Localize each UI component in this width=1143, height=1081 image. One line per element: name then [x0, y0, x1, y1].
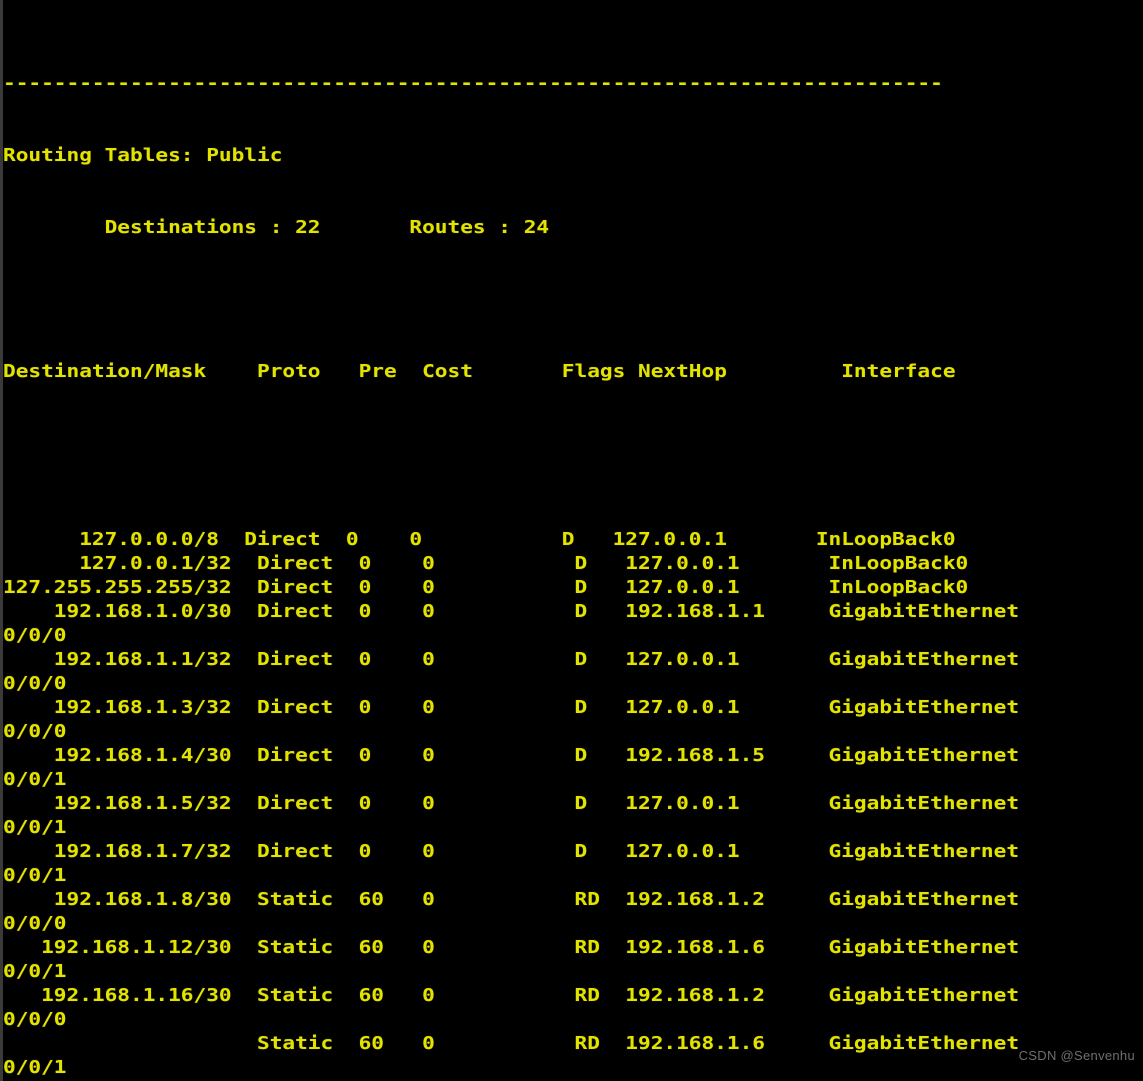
summary-line: Destinations : 22 Routes : 24 — [3, 218, 550, 238]
table-row-wrap: 0/0/1 — [3, 770, 67, 790]
table-row: 192.168.1.7/32 Direct 0 0 D 127.0.0.1 Gi… — [3, 842, 1020, 862]
routing-tables-title: Routing Tables: Public — [3, 146, 283, 166]
table-row-wrap: 0/0/1 — [3, 818, 67, 838]
terminal-window[interactable]: ----------------------------------------… — [0, 0, 1143, 1081]
table-row: 127.0.0.0/8 Direct 0 0 D 127.0.0.1 InLoo… — [3, 530, 956, 550]
watermark: CSDN @Senvenhu — [1018, 1048, 1135, 1063]
table-header-row: Destination/Mask Proto Pre Cost Flags Ne… — [3, 362, 956, 382]
table-row: Static 60 0 RD 192.168.1.6 GigabitEthern… — [3, 1034, 1020, 1054]
table-row: 192.168.1.5/32 Direct 0 0 D 127.0.0.1 Gi… — [3, 794, 1020, 814]
table-row: 192.168.1.0/30 Direct 0 0 D 192.168.1.1 … — [3, 602, 1020, 622]
table-row: 192.168.1.16/30 Static 60 0 RD 192.168.1… — [3, 986, 1020, 1006]
table-row: 127.255.255.255/32 Direct 0 0 D 127.0.0.… — [3, 578, 969, 598]
separator-line: ----------------------------------------… — [3, 74, 943, 94]
table-row-wrap: 0/0/0 — [3, 914, 67, 934]
table-row: 192.168.1.3/32 Direct 0 0 D 127.0.0.1 Gi… — [3, 698, 1020, 718]
table-row-wrap: 0/0/0 — [3, 722, 67, 742]
route-table-body: 127.0.0.0/8 Direct 0 0 D 127.0.0.1 InLoo… — [3, 528, 1019, 1081]
table-row: 127.0.0.1/32 Direct 0 0 D 127.0.0.1 InLo… — [3, 554, 969, 574]
blank-line-2 — [3, 432, 1019, 456]
table-row: 192.168.1.12/30 Static 60 0 RD 192.168.1… — [3, 938, 1020, 958]
table-row-wrap: 0/0/0 — [3, 674, 67, 694]
table-row-wrap: 0/0/1 — [3, 962, 67, 982]
table-row-wrap: 0/0/1 — [3, 1058, 67, 1078]
terminal-screen[interactable]: ----------------------------------------… — [3, 0, 1019, 1081]
table-row-wrap: 0/0/0 — [3, 1010, 67, 1030]
table-row: 192.168.1.8/30 Static 60 0 RD 192.168.1.… — [3, 890, 1020, 910]
table-row: 192.168.1.4/30 Direct 0 0 D 192.168.1.5 … — [3, 746, 1020, 766]
table-row-wrap: 0/0/1 — [3, 866, 67, 886]
blank-line-1 — [3, 288, 1019, 312]
table-row: 192.168.1.1/32 Direct 0 0 D 127.0.0.1 Gi… — [3, 650, 1020, 670]
table-row-wrap: 0/0/0 — [3, 626, 67, 646]
